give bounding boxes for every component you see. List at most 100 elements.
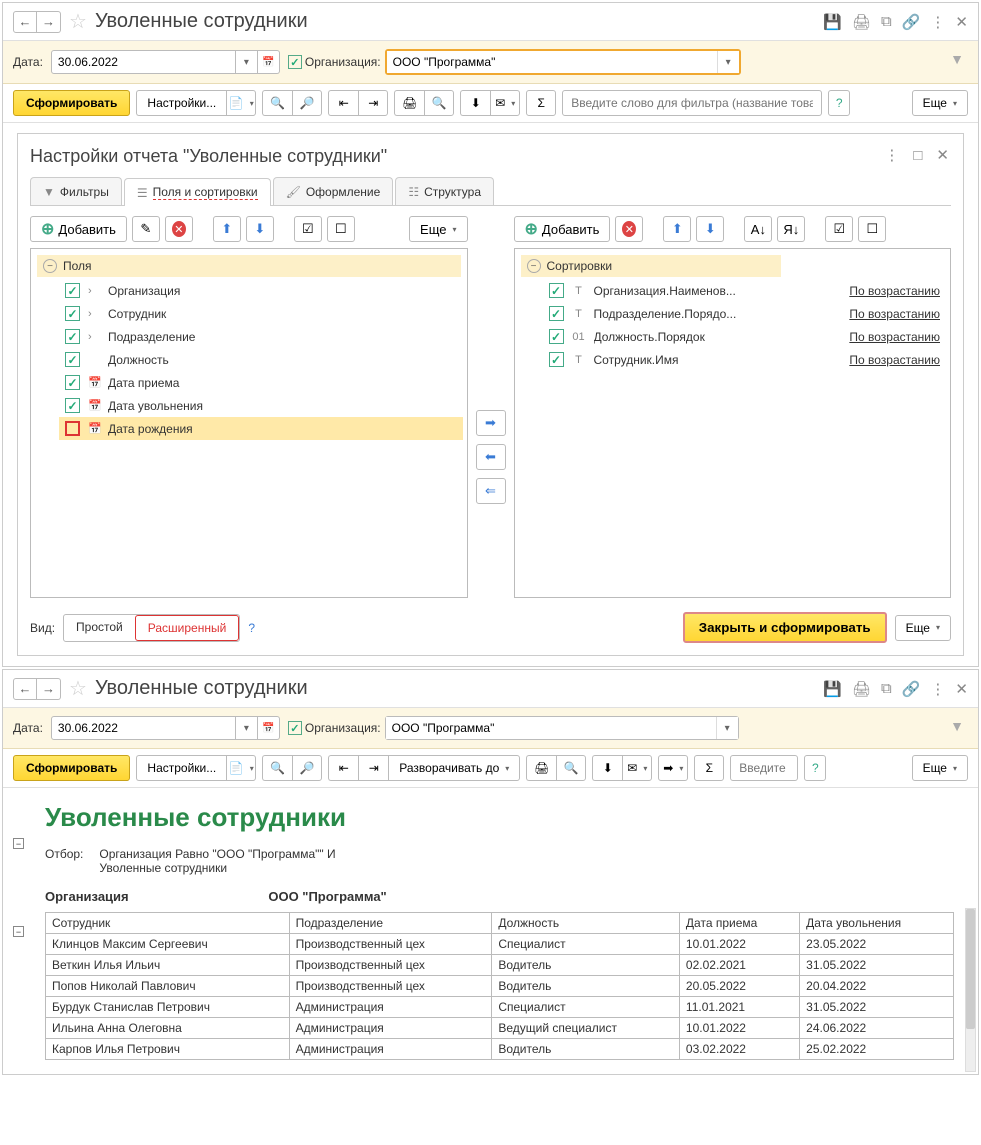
find-button[interactable]: 🔍 [262,90,292,116]
fields-more-button[interactable]: Еще▾ [409,216,467,242]
table-row[interactable]: Клинцов Максим СергеевичПроизводственный… [46,934,954,955]
field-item[interactable]: ✓›Сотрудник [59,302,463,325]
fields-check-all-button[interactable]: ☑ [294,216,322,242]
sort-item[interactable]: ✓TСотрудник.ИмяПо возрастанию [543,348,947,371]
sort-checkbox[interactable]: ✓ [549,352,564,367]
tab-format[interactable]: 🖌Оформление [273,177,394,205]
form-report-button[interactable]: Сформировать [13,755,130,781]
nav-back-button[interactable]: ← [13,11,37,33]
expand-button[interactable]: ⇥ [358,755,388,781]
print-preview-button[interactable]: 🔍 [556,755,586,781]
settings-maximize-icon[interactable]: □ [913,147,922,164]
link-icon[interactable]: 🔗 [902,680,921,698]
settings-kebab-icon[interactable]: ⋮ [884,146,899,164]
field-checkbox[interactable]: ✓ [65,375,80,390]
table-row[interactable]: Карпов Илья ПетровичАдминистрацияВодител… [46,1039,954,1060]
fields-move-down-button[interactable]: ⬇ [246,216,274,242]
date-input[interactable] [51,50,236,74]
form-report-button[interactable]: Сформировать [13,90,130,116]
field-checkbox[interactable]: ✓ [65,306,80,321]
field-checkbox[interactable]: ✓ [65,398,80,413]
sum-button[interactable]: Σ [694,755,724,781]
find-prev-button[interactable]: 🔎 [292,755,322,781]
collapse-button[interactable]: ⇤ [328,90,358,116]
sorts-tree[interactable]: − Сортировки ✓TОрганизация.Наименов...По… [514,248,952,598]
field-item[interactable]: ✓📅Дата приема [59,371,463,394]
sum-button[interactable]: Σ [526,90,556,116]
date-dropdown-button[interactable]: ▾ [236,50,258,74]
vertical-scrollbar[interactable] [965,908,976,1072]
sort-item[interactable]: ✓01Должность.ПорядокПо возрастанию [543,325,947,348]
collapse-button[interactable]: ⇤ [328,755,358,781]
find-prev-button[interactable]: 🔎 [292,90,322,116]
close-and-form-button[interactable]: Закрыть и сформировать [683,612,887,643]
filter-search-input[interactable] [562,90,822,116]
fields-uncheck-all-button[interactable]: ☐ [327,216,355,242]
fields-tree[interactable]: − Поля ✓›Организация✓›Сотрудник✓›Подразд… [30,248,468,598]
settings-variants-button[interactable]: 📄▾ [226,755,256,781]
table-row[interactable]: Ильина Анна ОлеговнаАдминистрацияВедущий… [46,1018,954,1039]
save-as-button[interactable]: ⬇ [592,755,622,781]
save-as-button[interactable]: ⬇ [460,90,490,116]
date-input[interactable] [51,716,236,740]
settings-close-icon[interactable]: ✕ [936,146,949,164]
field-checkbox[interactable]: ✓ [65,329,80,344]
view-help-link[interactable]: ? [248,621,255,635]
filter-search-input[interactable] [730,755,798,781]
print-icon[interactable]: 🖨 [852,680,871,698]
sort-checkbox[interactable]: ✓ [549,283,564,298]
filter-icon[interactable]: ▼ [950,51,964,67]
find-button[interactable]: 🔍 [262,755,292,781]
settings-button[interactable]: Настройки... [136,755,226,781]
expand-button[interactable]: ⇥ [358,90,388,116]
nav-forward-button[interactable]: → [37,678,61,700]
kebab-menu-icon[interactable]: ⋮ [930,680,945,698]
settings-footer-more-button[interactable]: Еще▾ [895,615,951,641]
sort-item[interactable]: ✓TПодразделение.Порядо...По возрастанию [543,302,947,325]
sorts-move-down-button[interactable]: ⬇ [696,216,724,242]
help-button[interactable]: ? [804,755,826,781]
favorite-star-icon[interactable]: ☆ [69,9,87,34]
sorts-add-button[interactable]: ⊕Добавить [514,216,611,242]
print-button[interactable]: 🖨 [394,90,424,116]
nav-forward-button[interactable]: → [37,11,61,33]
view-simple-button[interactable]: Простой [64,615,135,641]
nav-back-button[interactable]: ← [13,678,37,700]
org-dropdown-button[interactable]: ▾ [716,717,738,739]
more-button[interactable]: Еще▾ [912,755,968,781]
org-enabled-checkbox[interactable]: ✓ [288,721,302,735]
sort-direction-link[interactable]: По возрастанию [849,307,940,321]
field-item[interactable]: ✓›Подразделение [59,325,463,348]
field-item[interactable]: ✓Должность [59,348,463,371]
fields-collapse-toggle[interactable]: − [43,259,57,273]
save-icon[interactable]: 💾 [823,680,842,698]
send-email-button[interactable]: ✉▾ [622,755,652,781]
print-icon[interactable]: 🖨 [852,13,871,31]
outline-toggle-2[interactable]: − [13,926,24,937]
sort-direction-link[interactable]: По возрастанию [849,330,940,344]
fields-move-up-button[interactable]: ⬆ [213,216,241,242]
drill-button[interactable]: ➡▾ [658,755,688,781]
field-item[interactable]: 📅Дата рождения [59,417,463,440]
table-row[interactable]: Бурдук Станислав ПетровичАдминистрацияСп… [46,997,954,1018]
fields-add-button[interactable]: ⊕Добавить [30,216,127,242]
field-checkbox[interactable]: ✓ [65,352,80,367]
sort-direction-link[interactable]: По возрастанию [849,353,940,367]
sorts-collapse-toggle[interactable]: − [527,259,541,273]
tab-fields-sort[interactable]: ☰Поля и сортировки [124,178,271,206]
table-row[interactable]: Попов Николай ПавловичПроизводственный ц… [46,976,954,997]
scroll-thumb[interactable] [966,909,975,1029]
sort-checkbox[interactable]: ✓ [549,329,564,344]
sort-checkbox[interactable]: ✓ [549,306,564,321]
sorts-move-up-button[interactable]: ⬆ [663,216,691,242]
send-email-button[interactable]: ✉▾ [490,90,520,116]
close-icon[interactable]: ✕ [955,13,968,31]
view-extended-button[interactable]: Расширенный [135,615,240,641]
save-icon[interactable]: 💾 [823,13,842,31]
sorts-delete-button[interactable]: ✕ [615,216,643,242]
tab-structure[interactable]: ☷Структура [395,177,494,205]
field-checkbox[interactable] [65,421,80,436]
sort-asc-button[interactable]: A↓ [744,216,772,242]
sort-direction-link[interactable]: По возрастанию [849,284,940,298]
settings-button[interactable]: Настройки... [136,90,226,116]
